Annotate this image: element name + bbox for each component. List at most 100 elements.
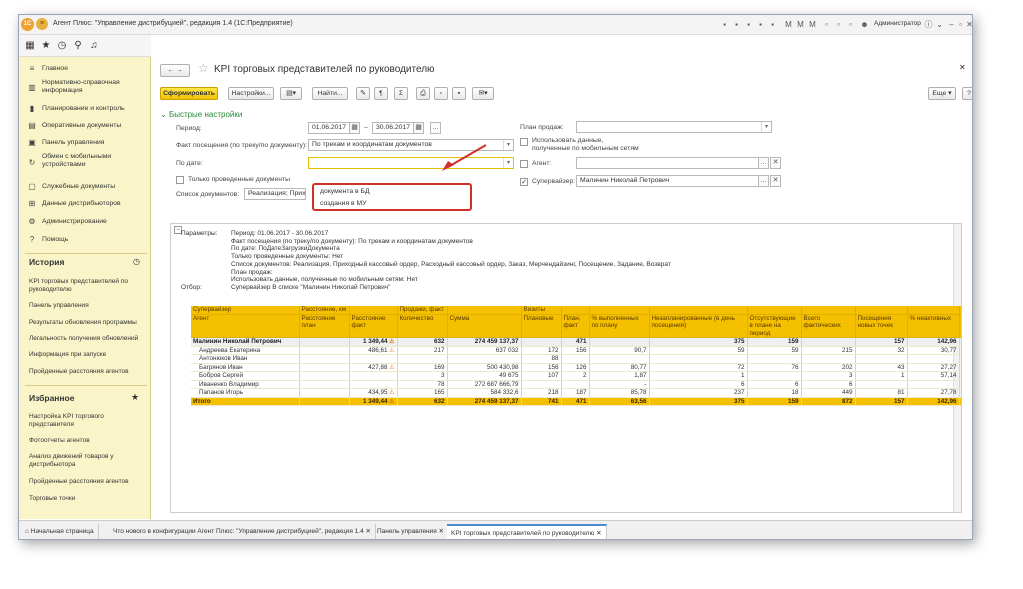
favorite-link[interactable]: Пройденные расстояния агентов [29,478,144,486]
sidebar-item-main[interactable]: ≡ Главное [19,61,151,77]
sidebar-item-distributors[interactable]: ⊞ Данные дистрибьюторов [19,196,151,212]
history-link[interactable]: Легальность получения обновлений [29,335,144,343]
doclist-field[interactable]: Реализация; Приходный [244,188,306,200]
calendar-icon[interactable]: ▫ [833,19,844,30]
favorites-icon[interactable]: ★ [39,39,53,53]
sum-icon[interactable]: Σ [394,87,408,100]
chart-icon: ▮ [29,104,35,113]
sidebar-item-nsi[interactable]: ▥ Нормативно-справочная информация [19,79,151,95]
warning-icon: ⚠ [389,339,395,345]
search-icon[interactable]: ⚲ [71,39,85,53]
sales-plan-select[interactable]: ▾ [576,121,772,133]
favorite-link[interactable]: Настройка KPI торгового представителя [29,413,144,429]
table-cell: 202 [801,363,856,372]
link-icon[interactable]: ▪ [767,19,778,30]
attach-icon[interactable]: ¶ [374,87,388,100]
history-link[interactable]: Результаты обновления программы [29,319,144,327]
settings-button[interactable]: Настройки... [228,87,274,100]
main-menu-icon[interactable]: ≡ [36,18,48,30]
table-cell: 187 [561,388,590,398]
mail-icon[interactable]: ▪ [755,19,766,30]
save-icon[interactable]: ▪ [452,87,466,100]
sidebar-item-exchange[interactable]: ↻ Обмен с мобильными устройствами [19,153,151,169]
agent-checkbox[interactable] [520,160,528,168]
help-button[interactable]: ? [962,87,972,100]
sidebar-item-documents[interactable]: ▤ Оперативные документы [19,118,151,134]
history-title: История [29,257,65,267]
preview-icon[interactable]: ▫ [434,87,448,100]
sidebar-item-planning[interactable]: ▮ Планирование и контроль [19,101,151,117]
print-icon[interactable]: ⎙ [416,87,430,100]
more-button[interactable]: Еще ▾ [928,87,956,100]
calendar-icon[interactable]: ▦ [413,122,424,134]
close-icon[interactable]: ✕ [439,528,444,535]
agent-clear-icon[interactable]: ✕ [770,157,781,169]
sections-icon[interactable]: ▦ [23,39,37,53]
table-cell [801,354,856,364]
sidebar-item-service[interactable]: ▢ Служебные документы [19,179,151,195]
preview-icon[interactable]: ▪ [743,19,754,30]
generate-button[interactable]: Сформировать [160,87,218,100]
table-cell: 90,7 [589,346,650,355]
save-icon[interactable]: ▪ [719,19,730,30]
tab-whats-new[interactable]: Что нового в конфигурации Агент Плюс: "У… [109,524,376,539]
history-link[interactable]: Панель управления [29,302,144,310]
dropdown-option[interactable]: документа в БД [320,188,370,195]
table-cell: 72 [649,363,748,372]
favorite-link[interactable]: Торговые точки [29,495,144,503]
history-link[interactable]: Информация при запуске [29,351,144,359]
sidebar-item-panel[interactable]: ▣ Панель управления [19,135,151,151]
close-icon[interactable]: ✕ [959,63,966,72]
chevron-down-icon: ▾ [503,158,513,168]
favorite-link[interactable]: Анализ движений товаров у дистрибьютора [29,453,144,469]
tab-kpi[interactable]: KPI торговых представителей по руководит… [447,524,607,539]
m-icon[interactable]: M [783,19,794,30]
mplus-icon[interactable]: M [795,19,806,30]
period-choose-button[interactable]: ... [430,122,441,134]
tab-panel[interactable]: Панель управления ✕ [373,524,449,539]
supervisor-choose-button[interactable]: … [758,175,769,187]
window-icon[interactable]: ▫ [845,19,856,30]
close-icon[interactable]: ✕ [964,19,972,30]
calc-icon[interactable]: ▫ [821,19,832,30]
table-cell: 81 [855,388,908,398]
table-cell: 2 [561,371,590,381]
quick-settings-toggle[interactable]: ⌄ Быстрые настройки [160,110,242,119]
agent-choose-button[interactable]: … [758,157,769,169]
nav-back-forward[interactable]: ← → [160,64,190,77]
hamburger-icon: ≡ [29,64,35,73]
user-name[interactable]: Администратор [874,20,921,27]
bell-icon[interactable]: ♫ [87,39,101,53]
history-link[interactable]: Пройденные расстояния агентов [29,368,144,376]
star-icon[interactable]: ★ [131,392,139,403]
header-cell [959,306,961,315]
variants-button[interactable]: ▤▾ [280,87,302,100]
mobile-data-checkbox[interactable] [520,138,528,146]
only-posted-checkbox[interactable] [176,176,184,184]
supervisor-checkbox[interactable]: ✓ [520,178,528,186]
dropdown-option[interactable]: создания в МУ [320,200,367,207]
clear-icon[interactable]: ✎ [356,87,370,100]
agent-field[interactable] [576,157,762,169]
user-icon[interactable]: ☻ [859,19,870,30]
find-button[interactable]: Найти... [312,87,348,100]
info-icon[interactable]: ⓘ [923,19,934,30]
calendar-icon[interactable]: ▦ [349,122,360,134]
favorite-link[interactable]: Фотоотчеты агентов [29,437,144,445]
history-link[interactable]: KPI торговых представителей по руководит… [29,278,144,294]
tab-home[interactable]: ⌂ Начальная страница [21,524,99,539]
print-icon[interactable]: ▪ [731,19,742,30]
close-icon[interactable]: ✕ [596,530,601,537]
supervisor-clear-icon[interactable]: ✕ [770,175,781,187]
mail-icon[interactable]: ✉▾ [472,87,494,100]
history-icon[interactable]: ◷ [55,39,69,53]
sidebar-item-help[interactable]: ? Помощь [19,232,151,248]
table-cell [299,397,350,406]
menu-icon[interactable]: ⌄ [934,19,945,30]
history-icon[interactable]: ◷ [133,257,140,266]
sidebar-item-admin[interactable]: ⚙ Администрирование [19,214,151,230]
close-icon[interactable]: ✕ [366,528,371,535]
supervisor-field[interactable]: Малинин Николай Петрович [576,175,762,187]
mminus-icon[interactable]: M [807,19,818,30]
star-icon[interactable]: ☆ [198,61,209,75]
